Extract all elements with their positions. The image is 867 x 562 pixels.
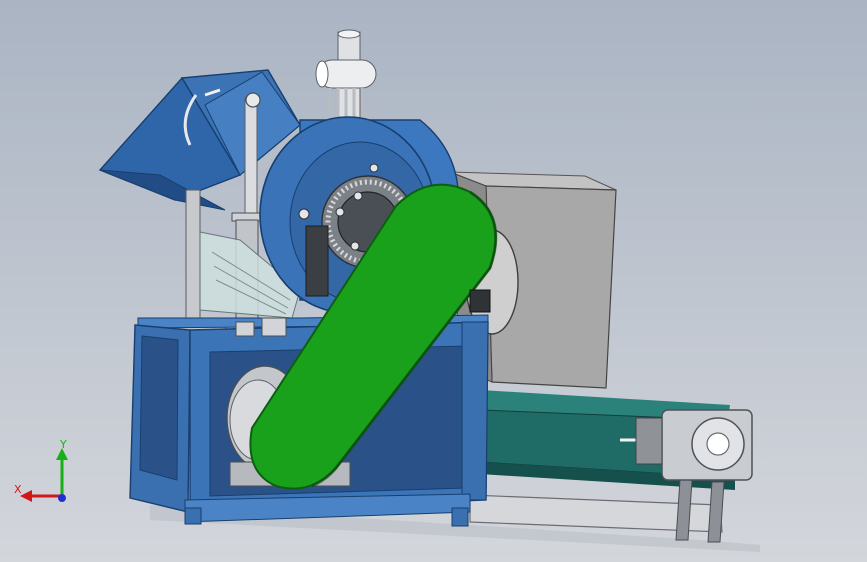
drum-clamp (305, 225, 329, 297)
fitting-block (261, 317, 287, 337)
drum-bolt (298, 208, 310, 220)
drum-bolt (335, 207, 345, 217)
frame-left-inner (139, 335, 179, 481)
orientation-triad[interactable]: Y X (12, 440, 82, 510)
frame-foot (451, 507, 469, 527)
drum-bolt (353, 191, 363, 201)
cylinder-clevis-top (245, 92, 261, 108)
cylinder-rod (244, 97, 258, 219)
conveyor-motor-mount (635, 417, 663, 465)
frame-right-post (461, 321, 489, 501)
frame-foot (184, 507, 202, 525)
exhaust-pipes[interactable] (315, 29, 377, 123)
conveyor-motor-hub (706, 432, 730, 456)
drum-bolt (350, 241, 360, 251)
z-axis-icon (58, 494, 66, 502)
triad-y-label: Y (59, 440, 67, 451)
conveyor-assembly[interactable] (469, 390, 753, 543)
crusher-3d-model[interactable] (0, 0, 867, 562)
cad-viewport[interactable]: Y X (0, 0, 867, 562)
conveyor-leg-right (707, 481, 725, 543)
drum-bolt (369, 163, 379, 173)
fitting-block (235, 321, 255, 337)
horizontal-pipe-end (315, 60, 329, 88)
bearing-block (469, 289, 491, 313)
support-post (185, 189, 201, 321)
triad-x-label: X (14, 483, 22, 496)
x-arrow-icon (20, 490, 32, 502)
vertical-pipe-top (337, 29, 361, 39)
